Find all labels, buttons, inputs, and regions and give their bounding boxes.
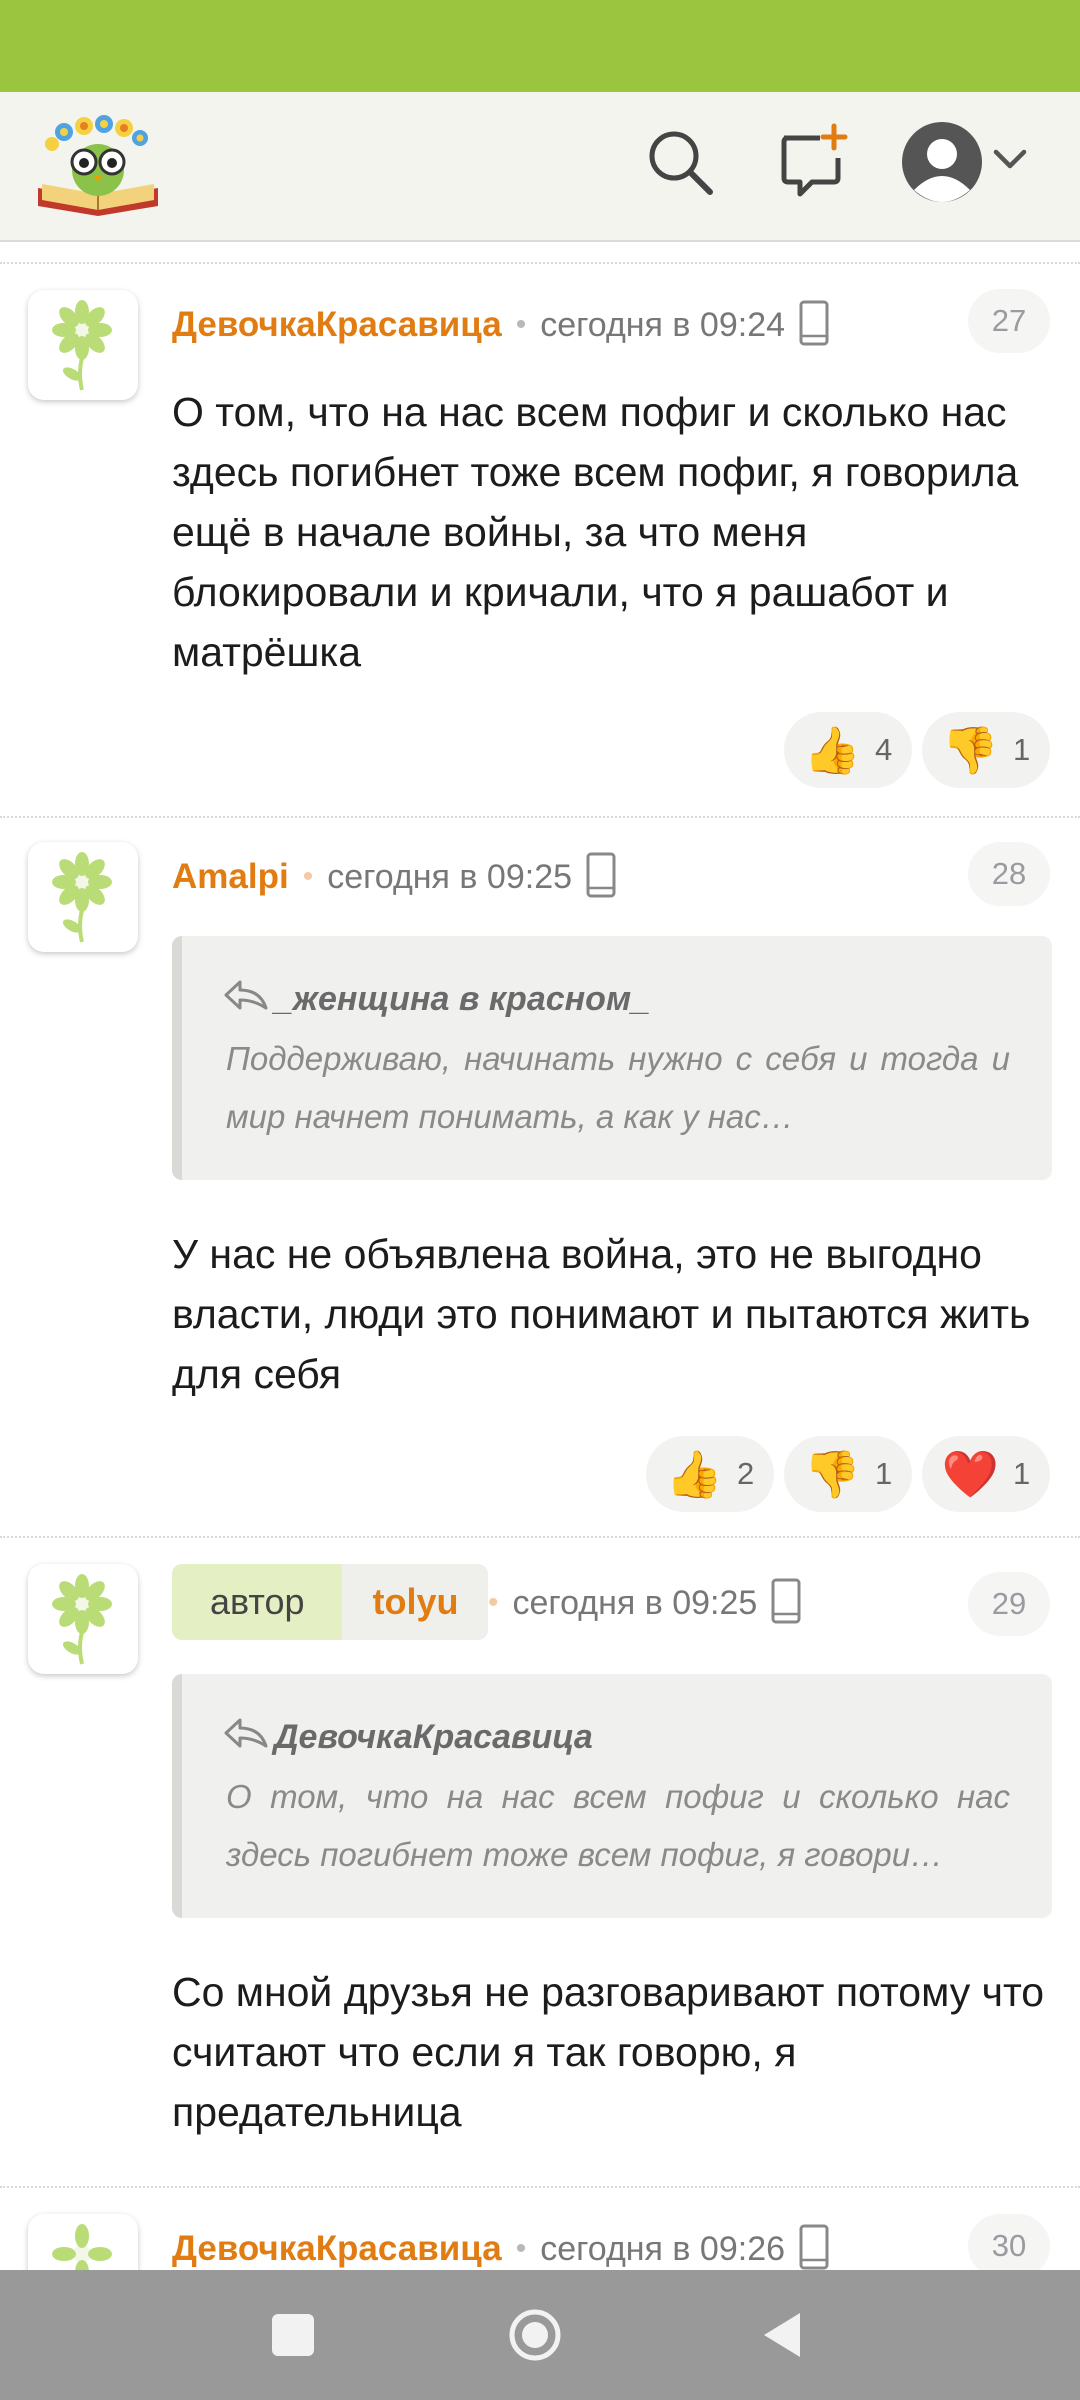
comment-text: О том, что на нас всем пофиг и сколько н… — [172, 389, 1019, 675]
comment-divider — [0, 262, 1080, 264]
new-post-icon[interactable] — [772, 122, 852, 202]
reply-arrow-icon — [222, 1716, 268, 1759]
comment-text: У нас не объявлена война, это не выгодно… — [172, 1231, 1031, 1397]
quote-block[interactable]: _женщина в красном_ Поддерживаю, начинат… — [172, 936, 1052, 1180]
thumbs-down-icon: 👎 — [941, 724, 1000, 776]
timestamp: сегодня в 09:25 — [327, 857, 573, 896]
timestamp: сегодня в 09:25 — [512, 1583, 758, 1622]
avatar[interactable] — [28, 842, 138, 952]
comment-number[interactable]: 29 — [968, 1572, 1050, 1636]
avatar[interactable] — [28, 1564, 138, 1674]
user-avatar-icon[interactable] — [900, 120, 984, 204]
comment-divider — [0, 2186, 1080, 2188]
status-bar — [0, 0, 1080, 92]
dislike-count: 1 — [1013, 732, 1031, 767]
phone-icon — [586, 852, 616, 903]
phone-icon — [771, 1578, 801, 1629]
like-count: 2 — [737, 1456, 755, 1491]
dislike-count: 1 — [875, 1456, 893, 1491]
separator-dot: • — [515, 308, 527, 341]
comment-divider — [0, 1536, 1080, 1538]
quote-block[interactable]: ДевочкаКрасавица О том, что на нас всем … — [172, 1674, 1052, 1918]
quote-author: _женщина в красном_ — [274, 980, 651, 1018]
avatar[interactable] — [28, 290, 138, 400]
like-count: 4 — [875, 732, 893, 767]
owl-book-logo[interactable] — [34, 110, 162, 218]
username[interactable]: Amalpi — [172, 857, 289, 897]
system-nav-bar — [0, 2270, 1080, 2400]
quote-text: Поддерживаю, начинать нужно с себя и тог… — [226, 1040, 1010, 1135]
home-button[interactable] — [508, 2308, 562, 2362]
comment-number[interactable]: 27 — [968, 289, 1050, 353]
dislike-button[interactable]: 👎 1 — [922, 712, 1050, 788]
like-button[interactable]: 👍 4 — [784, 712, 912, 788]
separator-dot: • — [488, 1586, 499, 1619]
like-button[interactable]: 👍 2 — [646, 1436, 774, 1512]
dislike-button[interactable]: 👎 1 — [784, 1436, 912, 1512]
app-header — [0, 92, 1080, 242]
phone-icon — [799, 2224, 829, 2275]
thumbs-up-icon: 👍 — [803, 724, 862, 776]
heart-count: 1 — [1013, 1456, 1031, 1491]
author-badge-label: автор — [172, 1564, 343, 1640]
timestamp: сегодня в 09:26 — [540, 2229, 786, 2268]
author-badge[interactable]: автор tolyu — [172, 1564, 489, 1640]
comment-number[interactable]: 30 — [968, 2214, 1050, 2278]
phone-icon — [799, 300, 829, 351]
timestamp: сегодня в 09:24 — [540, 305, 786, 344]
search-icon[interactable] — [640, 122, 720, 202]
back-button[interactable] — [760, 2310, 804, 2360]
thumbs-up-icon: 👍 — [665, 1448, 724, 1500]
heart-button[interactable]: ❤️ 1 — [922, 1436, 1050, 1512]
quote-text: О том, что на нас всем пофиг и сколько н… — [226, 1778, 1010, 1873]
chevron-down-icon[interactable] — [992, 142, 1028, 178]
heart-icon: ❤️ — [941, 1448, 1000, 1500]
separator-dot: • — [302, 860, 314, 893]
thumbs-down-icon: 👎 — [803, 1448, 862, 1500]
username[interactable]: ДевочкаКрасавица — [172, 305, 502, 345]
username[interactable]: ДевочкаКрасавица — [172, 2229, 502, 2269]
comment-number[interactable]: 28 — [968, 842, 1050, 906]
quote-author: ДевочкаКрасавица — [274, 1718, 593, 1756]
username[interactable]: tolyu — [342, 1564, 489, 1640]
comment-divider — [0, 816, 1080, 818]
separator-dot: • — [515, 2232, 527, 2265]
comment-text: Со мной друзья не разговаривают потому ч… — [172, 1969, 1045, 2135]
reply-arrow-icon — [222, 978, 268, 1021]
recent-apps-button[interactable] — [272, 2314, 314, 2356]
